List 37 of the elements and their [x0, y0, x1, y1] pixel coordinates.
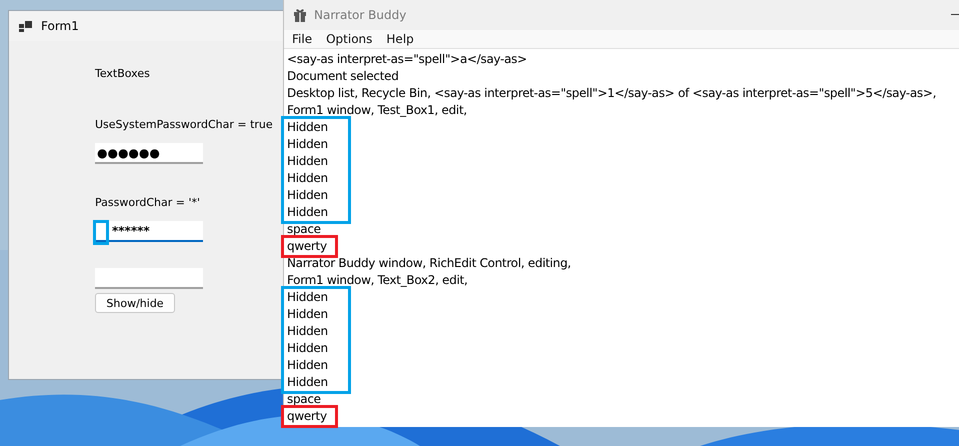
log-line: Hidden: [287, 119, 328, 136]
log-line: Hidden: [287, 136, 328, 153]
log-line: Hidden: [287, 153, 328, 170]
log-line: qwerty: [287, 238, 327, 255]
log-line: Form1 window, Text_Box2, edit,: [287, 272, 468, 289]
menu-item[interactable]: Options: [326, 32, 372, 46]
log-line: Hidden: [287, 204, 328, 221]
log-line: space: [287, 391, 321, 408]
password-field[interactable]: ******: [95, 221, 203, 242]
log-line: Hidden: [287, 340, 328, 357]
window-title: Narrator Buddy: [314, 8, 406, 22]
log-line: Hidden: [287, 323, 328, 340]
minimize-icon[interactable]: [951, 14, 959, 16]
log-line: Hidden: [287, 357, 328, 374]
form-label: TextBoxes: [95, 67, 150, 80]
log-line: Hidden: [287, 289, 328, 306]
show-hide-button[interactable]: Show/hide: [95, 293, 175, 313]
window-title: Form1: [41, 19, 79, 33]
log-line: Hidden: [287, 374, 328, 391]
log-line: Narrator Buddy window, RichEdit Control, editing,: [287, 255, 571, 272]
log-line: space: [287, 221, 321, 238]
log-line: Hidden: [287, 306, 328, 323]
gift-icon: [294, 8, 306, 22]
password-field[interactable]: [95, 268, 203, 289]
log-line: Hidden: [287, 187, 328, 204]
form-label: PasswordChar = '*': [95, 196, 200, 209]
menu-item[interactable]: File: [292, 32, 312, 46]
log-line: Document selected: [287, 68, 399, 85]
log-line: Hidden: [287, 170, 328, 187]
log-line: qwerty: [287, 408, 327, 425]
menu-item[interactable]: Help: [386, 32, 414, 46]
log-line: <say-as interpret-as="spell">a</say-as>: [287, 51, 527, 68]
log-line: Form1 window, Test_Box1, edit,: [287, 102, 467, 119]
app-icon: [19, 20, 33, 32]
form-label: UseSystemPasswordChar = true: [95, 118, 273, 131]
log-line: Desktop list, Recycle Bin, <say-as interpret-as="spell">1</say-as> of <say-as interpret-as="spell">5</say-as>,: [287, 85, 936, 102]
password-field[interactable]: ●●●●●●: [95, 143, 203, 164]
